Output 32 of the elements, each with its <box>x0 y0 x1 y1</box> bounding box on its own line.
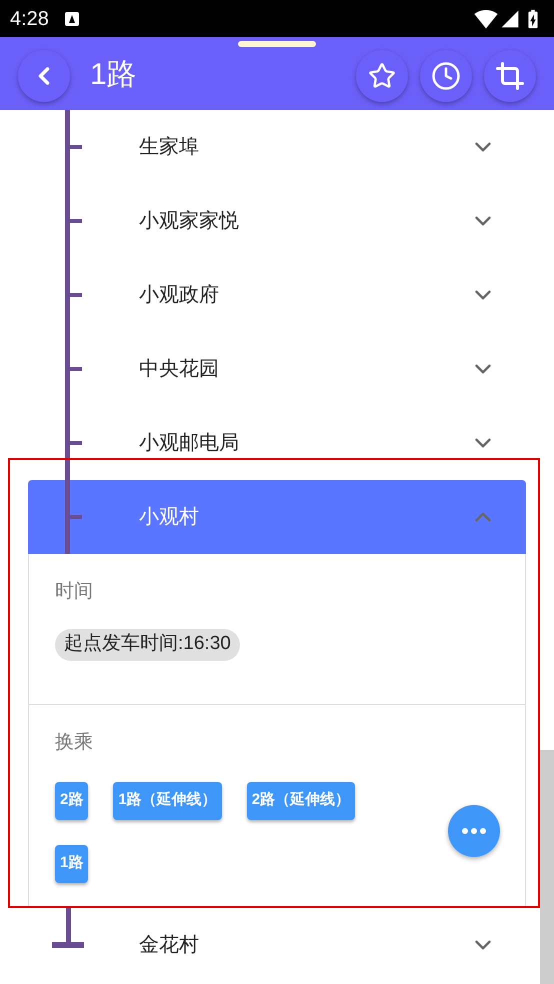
departure-time-chip: 起点发车时间:16:30 <box>55 628 240 660</box>
signal-icon <box>500 8 520 28</box>
station-row[interactable]: 生家埠 <box>0 110 540 184</box>
more-button[interactable] <box>448 805 500 857</box>
station-row[interactable]: 中央花园 <box>0 332 540 406</box>
history-button[interactable] <box>420 50 472 102</box>
favorite-button[interactable] <box>356 50 408 102</box>
station-row[interactable]: 小观政府 <box>0 258 540 332</box>
crop-button[interactable] <box>484 50 536 102</box>
star-icon <box>368 62 396 90</box>
crop-icon <box>495 60 525 90</box>
back-button[interactable] <box>18 50 70 102</box>
clock-icon <box>431 60 461 90</box>
station-row[interactable]: 金花村 <box>0 908 540 982</box>
station-row[interactable]: 小观家家悦 <box>0 184 540 258</box>
page-title: 1路 <box>90 57 137 93</box>
station-row[interactable]: 小观邮电局 <box>0 406 540 480</box>
route-end-drawing <box>52 908 84 948</box>
station-name: 小观家家悦 <box>139 209 239 234</box>
station-row[interactable]: 小观村 <box>28 480 526 554</box>
more-icon <box>462 828 486 834</box>
station-name: 小观村 <box>139 505 199 530</box>
section-label: 换乘 <box>55 731 94 755</box>
station-name: 小观邮电局 <box>139 431 239 456</box>
section-label: 时间 <box>55 580 93 604</box>
station-name: 金花村 <box>139 933 199 958</box>
station-name: 中央花园 <box>139 357 219 382</box>
station-name: 小观政府 <box>139 283 219 308</box>
clock-time: 4:28 <box>10 6 49 32</box>
station-name: 生家埠 <box>139 135 199 160</box>
drag-handle[interactable] <box>238 41 316 47</box>
notification-icon <box>64 12 79 26</box>
